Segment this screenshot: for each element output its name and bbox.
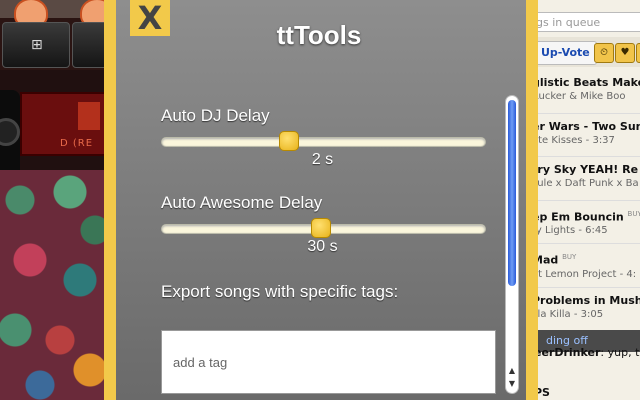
- song-title-text: ep Em Bouncin: [532, 210, 624, 224]
- song-artist: sule x Daft Punk x Ba: [532, 178, 639, 189]
- heart-icon[interactable]: ♥: [615, 43, 635, 63]
- song-artist: ote Kisses - 3:37: [532, 134, 615, 146]
- list-item[interactable]: ep Em Bouncin BUY ty Lights - 6:45: [532, 201, 640, 244]
- dj-laptop[interactable]: [72, 22, 104, 68]
- chat-username[interactable]: eerDrinker: [534, 346, 600, 359]
- song-title: glistic Beats Make: [532, 76, 640, 89]
- dialog-scrollbar[interactable]: ▲ ▼: [505, 95, 519, 394]
- song-title: er Wars - Two Suns: [532, 119, 640, 133]
- auto-dj-delay-value: 2 s: [311, 151, 334, 168]
- dialog-title: ttTools: [276, 20, 362, 50]
- booth-screen-text: D (RE: [60, 138, 94, 149]
- list-item[interactable]: rry Sky YEAH! Re sule x Daft Punk x Ba: [532, 157, 640, 201]
- chat-text: : yup, th: [600, 346, 640, 359]
- song-title: Mad BUY: [532, 250, 640, 268]
- auto-awesome-delay-value: 30 s: [307, 238, 338, 255]
- song-title: ep Em Bouncin BUY: [532, 207, 640, 225]
- close-button[interactable]: X: [130, 0, 170, 36]
- song-artist: ty Lights - 6:45: [532, 225, 608, 237]
- slider-handle[interactable]: [278, 131, 299, 151]
- booth-logo: [78, 102, 100, 130]
- audience-crowd: [0, 170, 104, 400]
- star-icon[interactable]: ★: [636, 43, 640, 63]
- song-artist: et Lemon Project - 4:: [532, 268, 637, 280]
- auto-awesome-delay-label: Auto Awesome Delay: [161, 193, 323, 212]
- chat-message: PS: [534, 386, 550, 399]
- buy-link[interactable]: BUY: [562, 253, 576, 261]
- auto-dj-delay-label: Auto DJ Delay: [161, 106, 270, 125]
- playlist-search-input[interactable]: gs in queue: [532, 12, 640, 32]
- windows-logo-icon: ⊞: [31, 37, 43, 53]
- song-title: rry Sky YEAH! Re: [532, 163, 639, 176]
- song-title: Problems in Mushr: [532, 293, 640, 307]
- clock-icon[interactable]: ⏲: [594, 43, 614, 63]
- scrollbar-thumb[interactable]: [508, 100, 516, 286]
- chat-message: eerDrinker: yup, th: [532, 346, 640, 359]
- song-artist: Rucker & Mike Boo: [532, 91, 626, 102]
- room-scene: ⊞ D (RE: [0, 0, 104, 400]
- list-item[interactable]: Problems in Mushr illa Killa - 3:05: [532, 288, 640, 331]
- list-item[interactable]: er Wars - Two Suns ote Kisses - 3:37: [532, 114, 640, 157]
- upvote-button[interactable]: Up-Vote: [534, 41, 597, 65]
- dj-laptop[interactable]: ⊞: [2, 22, 70, 68]
- playlist-toolbar: Up-Vote ⏲ ♥ ★: [532, 37, 640, 67]
- tag-input[interactable]: [161, 330, 496, 394]
- booth-screen: D (RE: [20, 92, 104, 156]
- auto-awesome-delay-slider[interactable]: [161, 218, 486, 238]
- song-artist: illa Killa - 3:05: [532, 308, 604, 320]
- scroll-up-arrow-icon[interactable]: ▲: [506, 366, 518, 376]
- slider-handle[interactable]: [311, 218, 332, 238]
- playlist-panel: gs in queue Up-Vote ⏲ ♥ ★ glistic Beats …: [532, 0, 640, 400]
- buy-link[interactable]: BUY: [628, 210, 640, 218]
- song-list: glistic Beats Make Rucker & Mike Boo er …: [532, 70, 640, 331]
- list-item[interactable]: Mad BUY et Lemon Project - 4:: [532, 244, 640, 288]
- speaker: [0, 90, 20, 180]
- list-item[interactable]: glistic Beats Make Rucker & Mike Boo: [532, 70, 640, 114]
- scroll-down-arrow-icon[interactable]: ▼: [506, 379, 518, 389]
- export-tags-label: Export songs with specific tags:: [161, 282, 399, 301]
- auto-dj-delay-slider[interactable]: [161, 131, 486, 151]
